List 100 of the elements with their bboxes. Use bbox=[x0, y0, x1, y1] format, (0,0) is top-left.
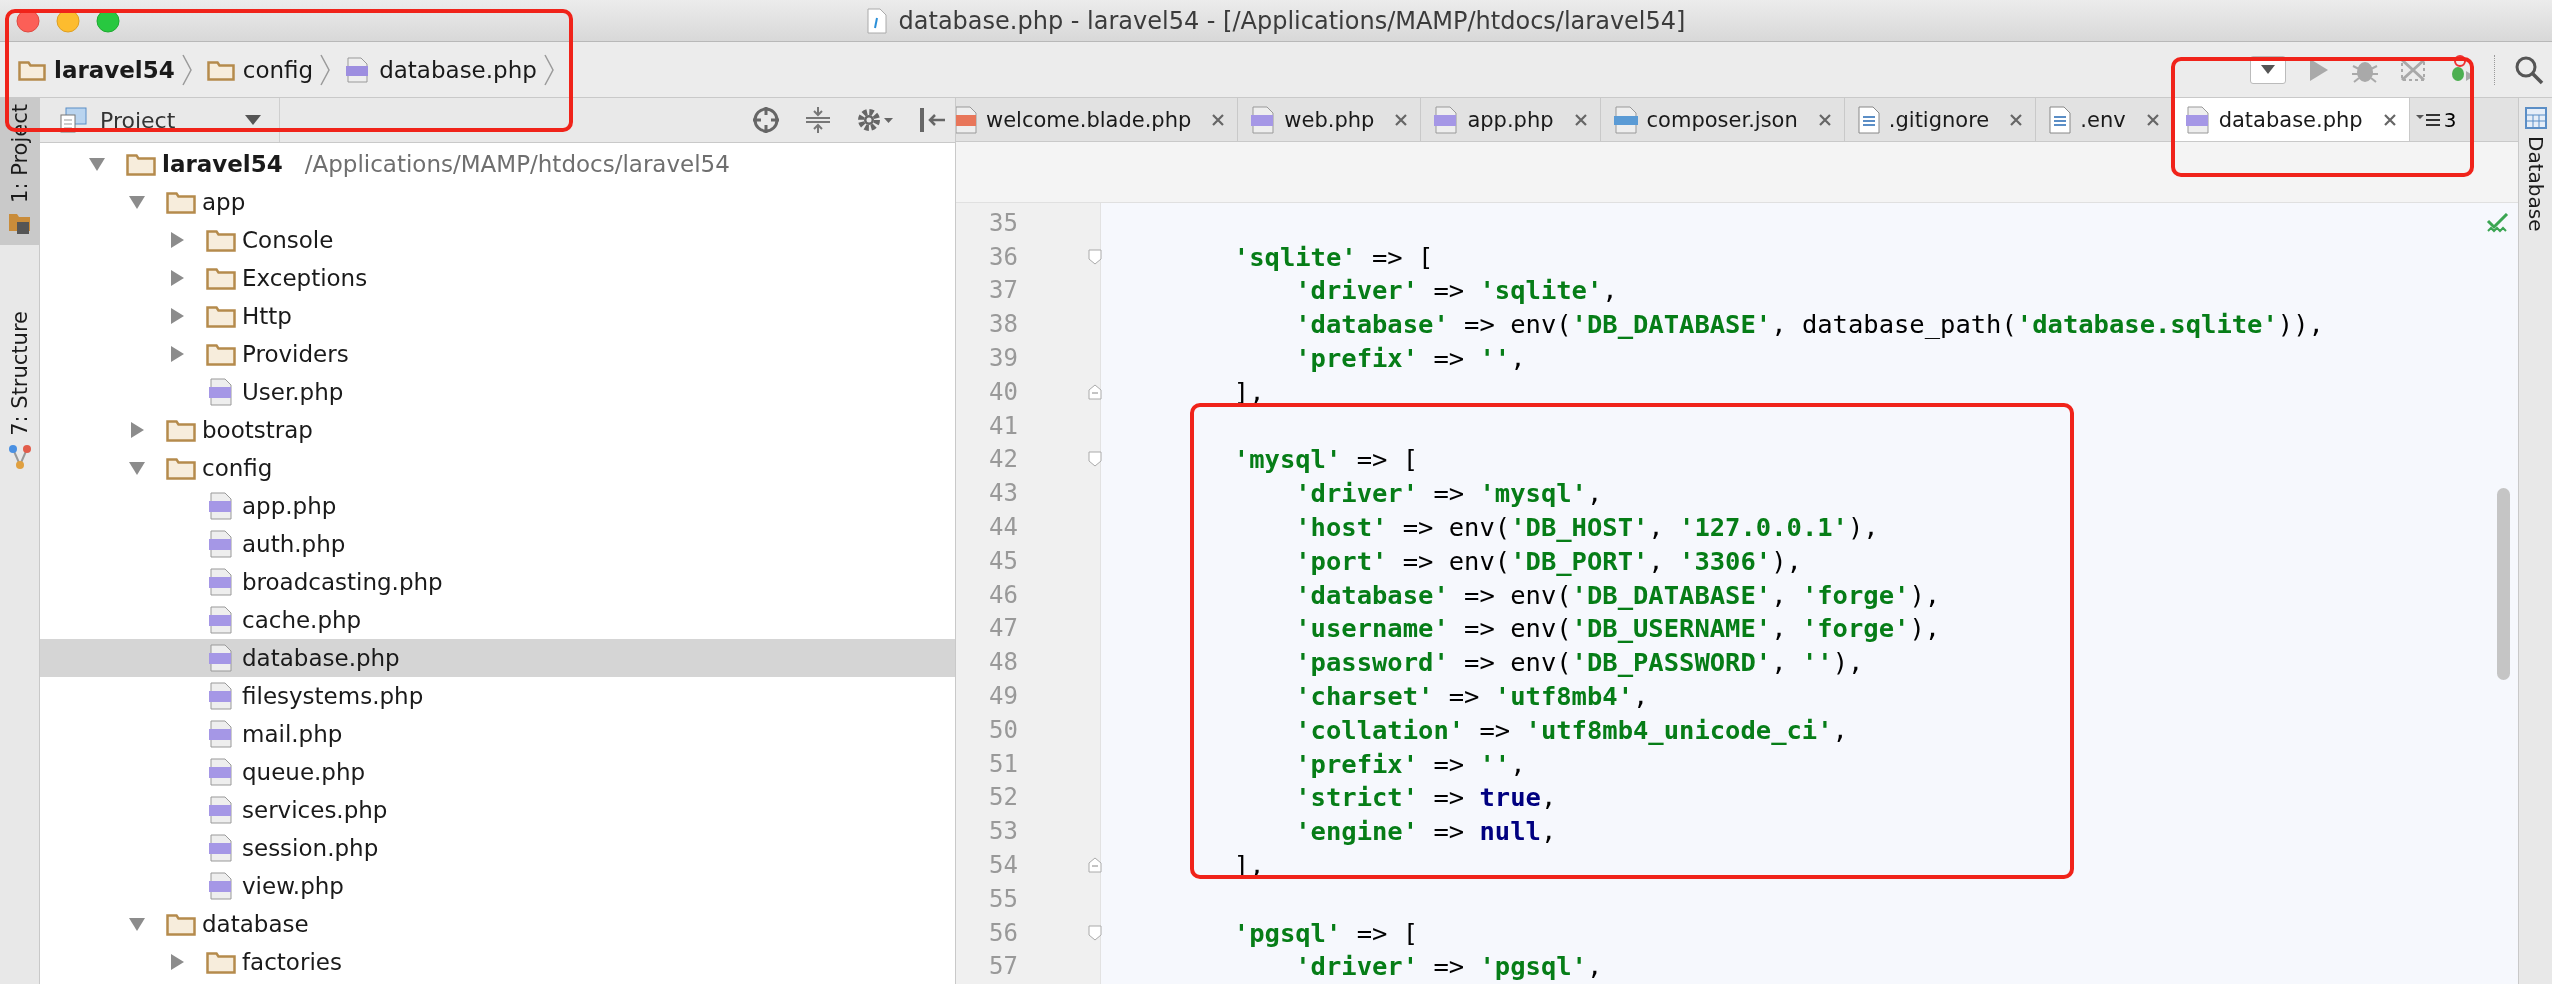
php-file-icon bbox=[2184, 105, 2211, 134]
tree-row[interactable]: Providers bbox=[40, 335, 955, 373]
tree-row[interactable]: Exceptions bbox=[40, 259, 955, 297]
line-number: 41 bbox=[988, 411, 1018, 440]
code-line: 'port' => env('DB_PORT', '3306'), bbox=[1294, 545, 1802, 576]
line-number: 56 bbox=[988, 918, 1018, 947]
line-number: 51 bbox=[988, 749, 1018, 778]
tree-item-label: broadcasting.php bbox=[242, 569, 443, 595]
tree-item-label: Http bbox=[242, 303, 292, 329]
caret-icon bbox=[2261, 65, 2275, 74]
tree-row[interactable]: bootstrap bbox=[40, 411, 955, 449]
tree-row[interactable]: app bbox=[40, 183, 955, 221]
tree-item-label: laravel54 bbox=[162, 151, 283, 177]
tree-row[interactable]: queue.php bbox=[40, 753, 955, 791]
breadcrumb-item[interactable]: database.php bbox=[345, 56, 537, 83]
text-file-icon bbox=[2048, 105, 2073, 134]
tree-row[interactable]: auth.php bbox=[40, 525, 955, 563]
chevron-icon bbox=[180, 52, 193, 87]
folder-icon bbox=[166, 190, 196, 214]
tool-window-tab[interactable]: 7: Structure bbox=[0, 304, 39, 480]
fold-marker-icon[interactable] bbox=[1088, 924, 1102, 941]
close-icon[interactable] bbox=[1573, 112, 1588, 127]
editor-tab[interactable]: welcome.blade.php bbox=[956, 98, 1239, 141]
line-number: 43 bbox=[988, 479, 1018, 508]
text-file-icon bbox=[1856, 105, 1881, 134]
php-file-icon bbox=[1433, 105, 1460, 134]
tree-item-label: filesystems.php bbox=[242, 683, 424, 709]
tree-item-label: cache.php bbox=[242, 607, 362, 633]
folder-icon bbox=[166, 456, 196, 480]
code-line: 'pgsql' => [ bbox=[1232, 917, 1419, 948]
chevron-icon bbox=[542, 52, 555, 87]
caret-icon bbox=[245, 115, 262, 125]
code-line: 'username' => env('DB_USERNAME', 'forge'), bbox=[1294, 613, 1941, 644]
scrollbar-thumb[interactable] bbox=[2497, 488, 2510, 680]
line-number: 42 bbox=[988, 445, 1018, 474]
tree-item-label: Exceptions bbox=[242, 265, 368, 291]
close-icon[interactable] bbox=[1211, 112, 1226, 127]
breadcrumb-item[interactable]: config bbox=[206, 56, 314, 83]
tree-row[interactable]: services.php bbox=[40, 791, 955, 829]
tree-row[interactable]: session.php bbox=[40, 829, 955, 867]
hide-panel-icon[interactable] bbox=[917, 105, 947, 135]
fold-end-icon[interactable] bbox=[1088, 857, 1102, 874]
tree-row[interactable]: mail.php bbox=[40, 715, 955, 753]
fold-end-icon[interactable] bbox=[1088, 383, 1102, 400]
folder-icon bbox=[126, 152, 156, 176]
php-file-icon bbox=[1250, 105, 1277, 134]
close-icon[interactable] bbox=[2009, 112, 2024, 127]
tree-row[interactable]: database.php bbox=[40, 639, 955, 677]
line-number: 44 bbox=[988, 513, 1018, 542]
locate-icon[interactable] bbox=[751, 105, 781, 135]
tree-item-label: auth.php bbox=[242, 531, 346, 557]
line-number: 48 bbox=[988, 648, 1018, 677]
tree-item-label: Console bbox=[242, 227, 334, 253]
tree-row[interactable]: factories bbox=[40, 943, 955, 981]
folder-icon bbox=[206, 228, 236, 252]
tool-window-tab[interactable]: Database bbox=[2519, 98, 2552, 232]
tree-row[interactable]: database bbox=[40, 905, 955, 943]
window-title: database.php - laravel54 - [/Applications/MAMP/htdocs/laravel54] bbox=[898, 6, 1686, 35]
tree-row[interactable]: app.php bbox=[40, 487, 955, 525]
tree-row[interactable]: filesystems.php bbox=[40, 677, 955, 715]
close-icon[interactable] bbox=[2145, 112, 2160, 127]
search-icon[interactable] bbox=[2514, 54, 2544, 85]
tree-row[interactable]: Http bbox=[40, 297, 955, 335]
tree-row[interactable]: config bbox=[40, 449, 955, 487]
code-line: 'database' => env('DB_DATABASE', database_path('database.sqlite')), bbox=[1294, 309, 2324, 340]
editor-tab[interactable]: database.php bbox=[2172, 98, 2410, 141]
code-line: 'collation' => 'utf8mb4_unicode_ci', bbox=[1294, 714, 1848, 745]
folder-icon bbox=[206, 58, 235, 81]
line-number: 55 bbox=[988, 884, 1018, 913]
folder-icon bbox=[206, 950, 236, 974]
folder-icon bbox=[166, 418, 196, 442]
fold-marker-icon[interactable] bbox=[1088, 248, 1102, 265]
close-icon[interactable] bbox=[1394, 112, 1409, 127]
tree-row[interactable]: broadcasting.php bbox=[40, 563, 955, 601]
close-icon[interactable] bbox=[2382, 112, 2397, 127]
close-icon[interactable] bbox=[1817, 112, 1832, 127]
tree-row[interactable]: User.php bbox=[40, 373, 955, 411]
tree-row[interactable]: Console bbox=[40, 221, 955, 259]
tree-row[interactable]: laravel54 /Applications/MAMP/htdocs/laravel54 bbox=[40, 145, 955, 183]
code-line: 'prefix' => '', bbox=[1294, 748, 1526, 779]
tree-item-label: database bbox=[202, 911, 309, 937]
folder-icon bbox=[166, 912, 196, 936]
tree-row[interactable]: view.php bbox=[40, 867, 955, 905]
collapse-icon[interactable] bbox=[803, 105, 833, 135]
line-number: 40 bbox=[988, 377, 1018, 406]
tree-item-label: services.php bbox=[242, 797, 388, 823]
fold-marker-icon[interactable] bbox=[1088, 451, 1102, 468]
line-number: 46 bbox=[988, 580, 1018, 609]
check-icon bbox=[2486, 213, 2510, 235]
tree-item-label: database.php bbox=[242, 645, 400, 671]
breadcrumb-item[interactable]: laravel54 bbox=[18, 56, 175, 83]
line-number: 35 bbox=[988, 208, 1018, 237]
tree-item-label: config bbox=[202, 455, 273, 481]
line-number: 52 bbox=[988, 783, 1018, 812]
tab-list-button[interactable]: 3 bbox=[2409, 98, 2463, 141]
json-file-icon bbox=[1612, 105, 1639, 134]
tree-row[interactable]: cache.php bbox=[40, 601, 955, 639]
folder-icon bbox=[18, 58, 46, 81]
line-number: 53 bbox=[988, 817, 1018, 846]
tree-item-label: queue.php bbox=[242, 759, 366, 785]
